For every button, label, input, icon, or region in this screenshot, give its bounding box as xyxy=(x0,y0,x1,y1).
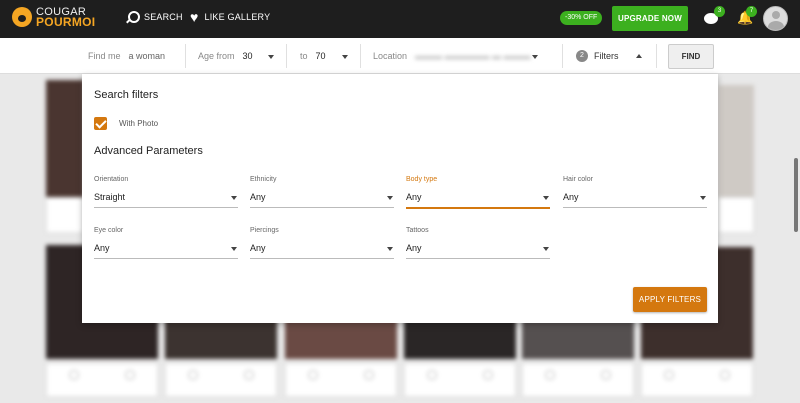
age-to-value: 70 xyxy=(315,51,326,61)
orientation-value: Straight xyxy=(94,192,126,202)
location-select[interactable]: Location ▬▬▬ ▬▬▬▬▬ ▬ ▬▬▬ xyxy=(373,38,549,74)
profile-card-footer xyxy=(46,197,84,233)
eye-color-value: Any xyxy=(94,243,110,253)
tattoos-label: Tattoos xyxy=(406,227,429,234)
ethnicity-select[interactable]: Ethnicity Any xyxy=(250,176,394,208)
chevron-down-icon xyxy=(342,55,348,59)
chevron-down-icon xyxy=(387,196,393,200)
profile-card-footer xyxy=(165,363,277,397)
profile-card-photo xyxy=(46,80,84,197)
search-bar: Find me a woman Age from 30 to 70 Locati… xyxy=(0,38,800,74)
tattoos-select[interactable]: Tattoos Any xyxy=(406,227,550,259)
ethnicity-label: Ethnicity xyxy=(250,176,277,183)
chevron-down-icon xyxy=(231,247,237,251)
notifications-button[interactable]: 🔔 7 xyxy=(736,6,757,26)
orientation-select[interactable]: Orientation Straight xyxy=(94,176,238,208)
messages-button[interactable]: 3 xyxy=(704,6,725,26)
discount-badge[interactable]: -30% OFF xyxy=(560,11,603,25)
find-button[interactable]: FIND xyxy=(668,44,714,69)
site-logo[interactable]: COUGAR POURMOI xyxy=(12,7,96,29)
profile-card-footer xyxy=(641,363,753,397)
hair-color-value: Any xyxy=(563,192,579,202)
profile-card-footer xyxy=(718,197,754,233)
age-to-select[interactable]: to 70 xyxy=(300,38,360,74)
hair-color-select[interactable]: Hair color Any xyxy=(563,176,707,208)
hair-color-label: Hair color xyxy=(563,176,593,183)
find-me-label: Find me xyxy=(88,51,121,61)
nav-like-gallery-link[interactable]: ♥ LIKE GALLERY xyxy=(190,9,271,25)
age-from-label: Age from xyxy=(198,51,235,61)
age-to-label: to xyxy=(300,51,308,61)
nav-like-gallery-label: LIKE GALLERY xyxy=(204,12,271,22)
eye-color-label: Eye color xyxy=(94,227,124,234)
search-icon xyxy=(126,11,140,23)
filters-count-badge: 2 xyxy=(576,50,588,62)
nav-search-link[interactable]: SEARCH xyxy=(126,11,183,23)
divider xyxy=(656,44,657,68)
messages-count-badge: 3 xyxy=(714,6,725,17)
location-label: Location xyxy=(373,51,408,61)
chevron-down-icon xyxy=(543,196,549,200)
logo-line-2: POURMOI xyxy=(36,15,96,29)
eye-color-select[interactable]: Eye color Any xyxy=(94,227,238,259)
heart-icon: ♥ xyxy=(190,9,199,25)
profile-card-footer xyxy=(285,363,397,397)
location-value-obscured: ▬▬▬ ▬▬▬▬▬ ▬ ▬▬▬ xyxy=(415,51,531,61)
profile-card-footer xyxy=(404,363,516,397)
notifications-count-badge: 7 xyxy=(746,6,757,17)
body-type-label: Body type xyxy=(406,176,438,183)
piercings-value: Any xyxy=(250,243,266,253)
with-photo-label[interactable]: With Photo xyxy=(119,119,158,128)
body-type-select[interactable]: Body type Any xyxy=(406,176,550,209)
search-filters-panel: Search filters With Photo Advanced Param… xyxy=(82,74,718,323)
ethnicity-value: Any xyxy=(250,192,266,202)
body-type-value: Any xyxy=(406,192,422,202)
chevron-down-icon xyxy=(387,247,393,251)
profile-card-footer xyxy=(46,363,158,397)
orientation-label: Orientation xyxy=(94,176,129,183)
user-avatar[interactable] xyxy=(763,6,788,31)
chevron-down-icon xyxy=(268,55,274,59)
tattoos-value: Any xyxy=(406,243,422,253)
search-filters-title: Search filters xyxy=(94,89,159,101)
filters-label: Filters xyxy=(594,51,619,61)
nav-search-label: SEARCH xyxy=(144,12,183,22)
chevron-down-icon xyxy=(532,55,538,59)
divider xyxy=(562,44,563,68)
divider xyxy=(185,44,186,68)
with-photo-checkbox[interactable] xyxy=(94,117,107,130)
advanced-parameters-title: Advanced Parameters xyxy=(94,145,203,157)
divider xyxy=(286,44,287,68)
piercings-label: Piercings xyxy=(250,227,279,234)
page-scrollbar[interactable] xyxy=(794,158,798,232)
piercings-select[interactable]: Piercings Any xyxy=(250,227,394,259)
chevron-up-icon xyxy=(636,54,642,58)
chevron-down-icon xyxy=(231,196,237,200)
find-me-value: a woman xyxy=(128,51,166,61)
find-me-select[interactable]: Find me a woman xyxy=(88,38,184,74)
top-navigation-bar: COUGAR POURMOI SEARCH ♥ LIKE GALLERY -30… xyxy=(0,0,800,38)
chevron-down-icon xyxy=(700,196,706,200)
chevron-down-icon xyxy=(543,247,549,251)
paw-logo-icon xyxy=(12,7,32,27)
age-from-value: 30 xyxy=(242,51,253,61)
profile-card-footer xyxy=(522,363,634,397)
upgrade-now-button[interactable]: UPGRADE NOW xyxy=(612,6,688,31)
profile-card-photo xyxy=(718,85,754,197)
divider xyxy=(360,44,361,68)
apply-filters-button[interactable]: APPLY FILTERS xyxy=(633,287,707,312)
